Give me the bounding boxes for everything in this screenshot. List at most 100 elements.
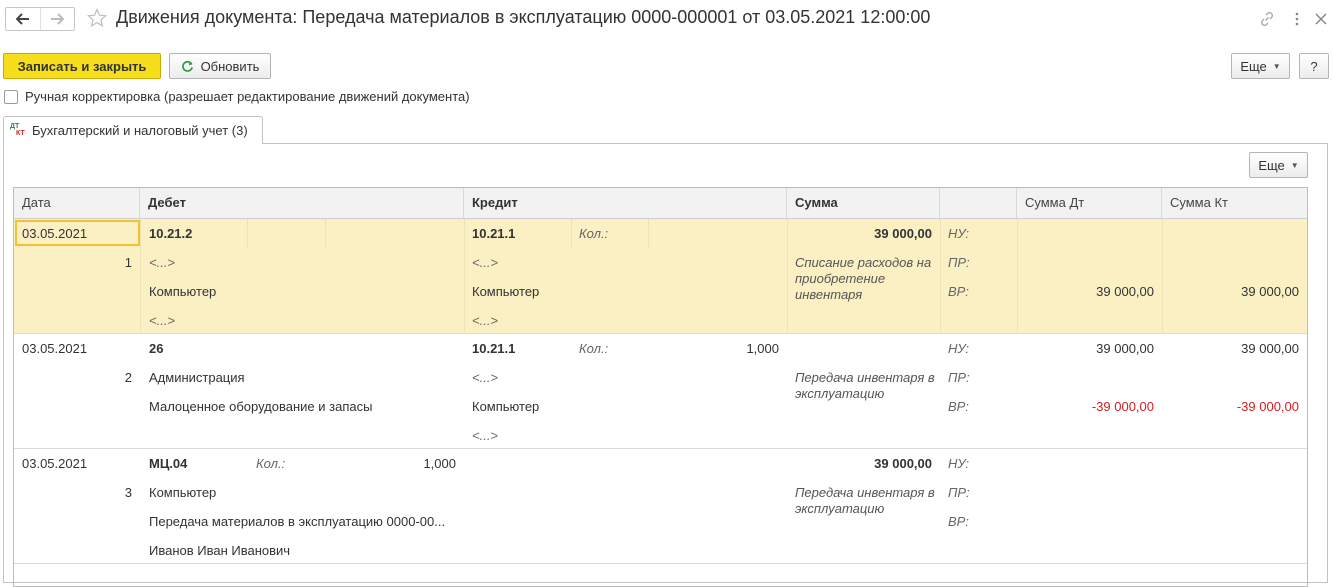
divider xyxy=(247,219,248,248)
star-icon xyxy=(87,8,107,28)
debit-subconto: Администрация xyxy=(149,370,245,385)
sum-kt-vr: -39 000,00 xyxy=(1236,399,1299,414)
row-sum: 39 000,00 xyxy=(874,456,932,471)
credit-qty-label: Кол.: xyxy=(579,341,609,356)
divider xyxy=(1017,219,1018,334)
kebab-menu-icon xyxy=(1295,12,1299,26)
col-type[interactable] xyxy=(940,188,1017,218)
divider xyxy=(464,219,465,334)
page-title: Движения документа: Передача материалов … xyxy=(116,7,931,27)
type-vr: ВР: xyxy=(948,284,969,299)
credit-subconto: Компьютер xyxy=(472,399,540,414)
title-bar: Движения документа: Передача материалов … xyxy=(0,0,1333,40)
row-number: 2 xyxy=(124,370,132,385)
type-pr: ПР: xyxy=(948,485,970,500)
debit-account: 10.21.2 xyxy=(149,226,193,241)
col-sum[interactable]: Сумма xyxy=(787,188,940,218)
credit-subconto: <...> xyxy=(472,255,499,270)
favorite-star-button[interactable] xyxy=(86,6,108,30)
type-nu: НУ: xyxy=(948,226,970,241)
help-button[interactable]: ? xyxy=(1299,53,1329,79)
row-date: 03.05.2021 xyxy=(22,226,88,241)
arrow-left-icon xyxy=(15,13,29,25)
debit-account: МЦ.04 xyxy=(149,456,188,471)
divider xyxy=(648,219,649,248)
debit-subconto: Малоценное оборудование и запасы xyxy=(149,399,373,414)
credit-account: 10.21.1 xyxy=(472,341,516,356)
debit-subconto: Передача материалов в эксплуатацию 0000-… xyxy=(149,514,446,529)
sum-kt-vr: 39 000,00 xyxy=(1241,284,1299,299)
close-button[interactable] xyxy=(1312,10,1330,28)
row-description: Передача инвентаря в эксплуатацию xyxy=(795,485,935,516)
manual-correction-row: Ручная корректировка (разрешает редактир… xyxy=(4,89,470,104)
arrow-right-icon xyxy=(51,13,65,25)
link-icon xyxy=(1260,11,1274,27)
debit-subconto: <...> xyxy=(149,313,176,328)
row-number: 3 xyxy=(124,485,132,500)
sum-dt-nu: 39 000,00 xyxy=(1096,341,1154,356)
type-pr: ПР: xyxy=(948,370,970,385)
row-date: 03.05.2021 xyxy=(22,341,88,356)
credit-subconto: Компьютер xyxy=(472,284,540,299)
sum-dt-vr: -39 000,00 xyxy=(1091,399,1154,414)
more-button[interactable]: Еще ▼ xyxy=(1231,53,1290,79)
table-row[interactable]: 03.05.2021 1 10.21.2 <...> Компьютер <..… xyxy=(14,219,1307,334)
chevron-down-icon: ▼ xyxy=(1290,160,1299,170)
credit-qty-label: Кол.: xyxy=(579,226,609,241)
divider xyxy=(940,219,941,334)
table-more-label: Еще xyxy=(1258,157,1285,173)
credit-account: 10.21.1 xyxy=(472,226,516,241)
col-sum-dt[interactable]: Сумма Дт xyxy=(1017,188,1162,218)
col-credit[interactable]: Кредит xyxy=(464,188,787,218)
credit-qty: 1,000 xyxy=(746,341,779,356)
back-button[interactable] xyxy=(6,8,40,30)
manual-correction-label[interactable]: Ручная корректировка (разрешает редактир… xyxy=(25,89,470,104)
row-description: Списание расходов на приобретение инвент… xyxy=(795,255,932,302)
entries-table: Дата Дебет Кредит Сумма Сумма Дт Сумма К… xyxy=(13,187,1308,587)
type-pr: ПР: xyxy=(948,255,970,270)
col-debit[interactable]: Дебет xyxy=(140,188,464,218)
tab-label: Бухгалтерский и налоговый учет (3) xyxy=(32,123,248,138)
col-date[interactable]: Дата xyxy=(14,188,140,218)
debit-qty: 1,000 xyxy=(423,456,456,471)
divider xyxy=(571,219,572,248)
forward-button[interactable] xyxy=(39,8,75,30)
table-row[interactable]: 03.05.2021 2 26 Администрация Малоценное… xyxy=(14,334,1307,449)
row-date: 03.05.2021 xyxy=(22,456,88,471)
type-nu: НУ: xyxy=(948,341,970,356)
sum-kt-nu: 39 000,00 xyxy=(1241,341,1299,356)
debit-account: 26 xyxy=(149,341,164,356)
more-label: Еще xyxy=(1240,58,1267,74)
tab-accounting[interactable]: ДТ КТ Бухгалтерский и налоговый учет (3) xyxy=(3,116,263,144)
divider xyxy=(787,219,788,334)
table-more-button[interactable]: Еще ▼ xyxy=(1249,152,1308,178)
refresh-label: Обновить xyxy=(200,58,260,74)
debit-subconto: Компьютер xyxy=(149,284,217,299)
link-button[interactable] xyxy=(1258,10,1276,28)
type-nu: НУ: xyxy=(948,456,970,471)
refresh-icon xyxy=(181,60,193,72)
debit-qty-label: Кол.: xyxy=(256,456,286,471)
credit-subconto: <...> xyxy=(472,370,499,385)
credit-subconto: <...> xyxy=(472,313,499,328)
debit-subconto: Иванов Иван Иванович xyxy=(149,543,291,558)
row-sum: 39 000,00 xyxy=(874,226,932,241)
type-vr: ВР: xyxy=(948,514,969,529)
more-actions-button[interactable] xyxy=(1288,10,1306,28)
divider xyxy=(1162,219,1163,334)
nav-group xyxy=(5,7,75,31)
chevron-down-icon: ▼ xyxy=(1272,61,1281,71)
manual-correction-checkbox[interactable] xyxy=(4,89,18,104)
debit-subconto: <...> xyxy=(149,255,176,270)
col-sum-kt[interactable]: Сумма Кт xyxy=(1162,188,1307,218)
dt-kt-icon: ДТ КТ xyxy=(10,122,25,137)
debit-subconto: Компьютер xyxy=(149,485,217,500)
table-header: Дата Дебет Кредит Сумма Сумма Дт Сумма К… xyxy=(14,188,1307,219)
refresh-button[interactable]: Обновить xyxy=(169,53,271,79)
divider xyxy=(325,219,326,248)
table-row[interactable]: 03.05.2021 3 МЦ.04 Кол.: 1,000 Компьютер… xyxy=(14,449,1307,564)
type-vr: ВР: xyxy=(948,399,969,414)
row-description: Передача инвентаря в эксплуатацию xyxy=(795,370,935,401)
save-and-close-button[interactable]: Записать и закрыть xyxy=(3,53,161,79)
credit-subconto: <...> xyxy=(472,428,499,443)
